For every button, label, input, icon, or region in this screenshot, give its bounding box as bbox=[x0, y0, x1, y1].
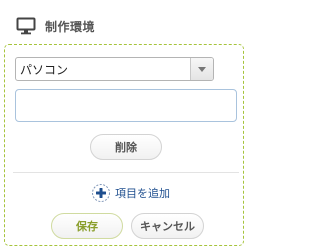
plus-circle-icon[interactable] bbox=[91, 183, 111, 203]
delete-button[interactable]: 削除 bbox=[90, 134, 162, 160]
dropdown-arrow-icon[interactable] bbox=[190, 58, 213, 80]
add-item-link[interactable]: 項目を追加 bbox=[91, 182, 170, 204]
environment-select-value: パソコン bbox=[20, 62, 69, 77]
section-title: 制作環境 bbox=[45, 19, 96, 34]
environment-select[interactable]: パソコン bbox=[15, 57, 214, 81]
save-button[interactable]: 保存 bbox=[51, 213, 123, 239]
environment-panel: パソコン 削除 項目を追加 保存 キャンセル bbox=[4, 44, 244, 246]
item-text-input[interactable] bbox=[15, 89, 237, 122]
add-item-label: 項目を追加 bbox=[115, 187, 170, 200]
cancel-button[interactable]: キャンセル bbox=[131, 213, 204, 239]
section-header: 制作環境 bbox=[16, 16, 95, 36]
monitor-icon bbox=[16, 17, 36, 35]
divider bbox=[13, 172, 239, 173]
